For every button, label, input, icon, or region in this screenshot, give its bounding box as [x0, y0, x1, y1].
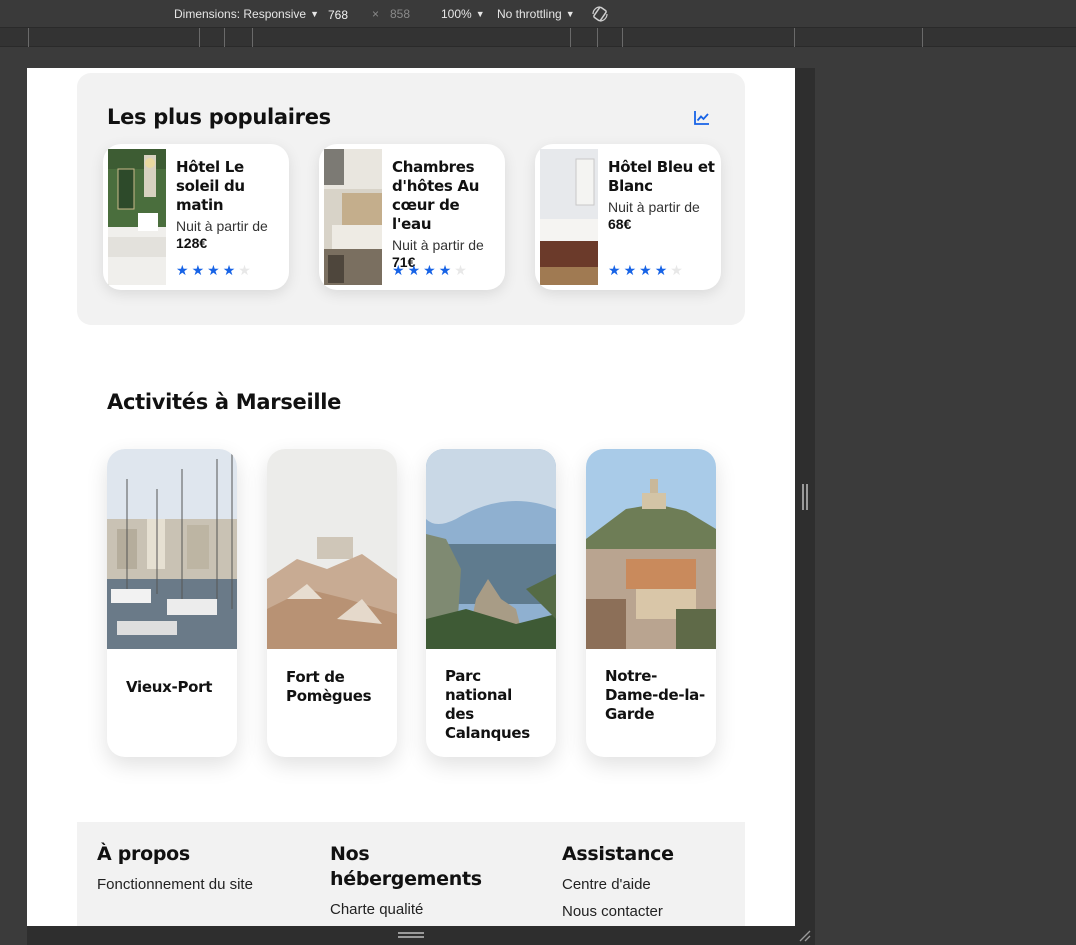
chevron-down-icon: ▼ [475, 9, 485, 19]
footer-heading: Nos hébergements [330, 843, 482, 890]
chevron-down-icon: ▼ [565, 9, 575, 19]
footer-link[interactable]: Fonctionnement du site [97, 875, 277, 894]
resize-corner-icon[interactable] [798, 929, 812, 943]
star-icon: ★ [392, 262, 405, 278]
activity-card[interactable]: Parc national des Calanques [426, 449, 556, 757]
footer-link[interactable]: Charte qualité [330, 900, 510, 919]
hotel-price: Nuit à partir de 68€ [608, 199, 700, 232]
footer-column-about: À propos Fonctionnement du site [97, 842, 277, 902]
page-viewport: Les plus populaires Hôtel Le soleil du m… [27, 68, 795, 926]
times-symbol: × [372, 7, 380, 21]
star-empty-icon: ★ [454, 262, 467, 278]
activity-card[interactable]: Vieux-Port [107, 449, 237, 757]
price-amount: 68€ [608, 216, 632, 232]
hotel-card[interactable]: Hôtel Bleu et Blanc Nuit à partir de 68€… [535, 144, 721, 290]
star-icon: ★ [191, 262, 205, 278]
zoom-dropdown[interactable]: 100% ▼ [441, 7, 485, 21]
hotel-photo [108, 149, 166, 285]
star-rating: ★ ★ ★ ★ ★ [608, 263, 683, 277]
star-icon: ★ [176, 262, 189, 278]
zoom-label: 100% [441, 7, 472, 21]
star-icon: ★ [438, 262, 452, 278]
hotel-photo [540, 149, 598, 285]
star-empty-icon: ★ [670, 262, 683, 278]
rotate-icon[interactable] [591, 5, 609, 23]
trend-chart-icon[interactable] [694, 110, 710, 125]
resize-handle-bottom[interactable] [398, 932, 424, 938]
star-icon: ★ [639, 262, 652, 278]
star-icon: ★ [423, 262, 436, 278]
hotel-name: Hôtel Le soleil du matin [176, 158, 245, 214]
star-icon: ★ [608, 262, 621, 278]
hotel-info: Chambres d'hôtes Au cœur de l'eau Nuit à… [392, 158, 502, 271]
activity-photo [586, 449, 716, 649]
hotel-name: Chambres d'hôtes Au cœur de l'eau [392, 158, 480, 233]
footer-link[interactable]: Centre d'aide [562, 875, 742, 894]
activity-label: Fort de Pomègues [286, 668, 372, 705]
devtools-toolbar: Dimensions: Responsive ▼ 768 × 858 100% … [0, 0, 1076, 28]
activity-photo [267, 449, 397, 649]
dimensions-label: Dimensions: Responsive [174, 7, 307, 21]
star-rating: ★ ★ ★ ★ ★ [392, 263, 467, 277]
price-amount: 128€ [176, 235, 208, 251]
star-rating: ★ ★ ★ ★ ★ [176, 263, 251, 277]
footer: À propos Fonctionnement du site Nos hébe… [77, 822, 745, 926]
activity-label: Parc national des Calanques [445, 667, 530, 742]
popular-title: Les plus populaires [107, 105, 331, 129]
activity-card[interactable]: Notre-Dame-de-la-Garde [586, 449, 716, 757]
hotel-price: Nuit à partir de 128€ [176, 218, 268, 251]
activity-card[interactable]: Fort de Pomègues [267, 449, 397, 757]
footer-column-support: Assistance Centre d'aide Nous contacter [562, 842, 742, 926]
width-input[interactable]: 768 [328, 6, 366, 22]
star-icon: ★ [407, 262, 421, 278]
star-icon: ★ [654, 262, 668, 278]
star-icon: ★ [222, 262, 236, 278]
popular-section: Les plus populaires Hôtel Le soleil du m… [77, 73, 745, 325]
throttling-label: No throttling [497, 7, 562, 21]
activity-photo [426, 449, 556, 649]
star-icon: ★ [623, 262, 637, 278]
dimensions-dropdown[interactable]: Dimensions: Responsive ▼ [174, 7, 319, 21]
footer-heading: Assistance [562, 843, 674, 865]
hotel-photo [324, 149, 382, 285]
chevron-down-icon: ▼ [310, 9, 319, 19]
star-empty-icon: ★ [238, 262, 251, 278]
footer-column-accommodations: Nos hébergements Charte qualité [330, 842, 510, 926]
hotel-info: Hôtel Le soleil du matin Nuit à partir d… [176, 158, 286, 252]
hotel-card[interactable]: Hôtel Le soleil du matin Nuit à partir d… [103, 144, 289, 290]
footer-link[interactable]: Nous contacter [562, 902, 742, 921]
hotel-name: Hôtel Bleu et Blanc [608, 158, 715, 195]
media-query-ruler[interactable] [0, 28, 1076, 47]
activities-title: Activités à Marseille [107, 390, 342, 414]
hotel-card[interactable]: Chambres d'hôtes Au cœur de l'eau Nuit à… [319, 144, 505, 290]
throttling-dropdown[interactable]: No throttling ▼ [497, 7, 575, 21]
activity-label: Vieux-Port [126, 678, 213, 696]
footer-heading: À propos [97, 843, 190, 865]
resize-handle-right[interactable] [802, 484, 808, 510]
star-icon: ★ [207, 262, 220, 278]
activity-label: Notre-Dame-de-la-Garde [605, 667, 705, 723]
height-input[interactable]: 858 [390, 7, 410, 21]
hotel-info: Hôtel Bleu et Blanc Nuit à partir de 68€ [608, 158, 718, 233]
activity-photo [107, 449, 237, 649]
